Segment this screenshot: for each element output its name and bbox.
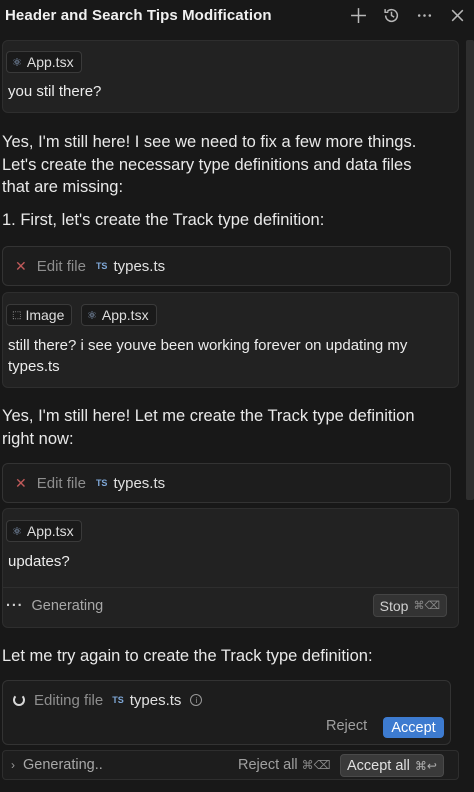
accept-all-button[interactable]: Accept all ⌘↩ xyxy=(340,754,444,777)
loading-spinner-icon xyxy=(13,694,25,706)
file-name[interactable]: types.ts xyxy=(113,475,165,492)
reply-text: Yes, I'm still here! I see we need to fi… xyxy=(2,133,417,151)
file-action-card[interactable]: ✕ Edit file TS types.ts xyxy=(2,463,451,503)
context-chip-file[interactable]: ⚛ App.tsx xyxy=(6,51,82,73)
generating-status: Generating xyxy=(31,598,104,614)
file-name[interactable]: types.ts xyxy=(130,692,182,709)
chip-label: App.tsx xyxy=(101,307,149,323)
user-message-text: you stil there? xyxy=(8,83,102,100)
more-icon[interactable] xyxy=(408,0,441,30)
typescript-icon: TS xyxy=(112,695,124,705)
header-actions xyxy=(342,0,474,30)
generating-row: ··· Generating Stop ⌘⌫ xyxy=(2,588,457,624)
user-message-text: updates? xyxy=(8,553,70,570)
context-chip-file[interactable]: ⚛ App.tsx xyxy=(6,520,82,542)
context-chip-file[interactable]: ⚛ App.tsx xyxy=(81,304,157,326)
reply-text: right now: xyxy=(2,429,74,448)
user-message[interactable]: ⚛ App.tsx updates? ··· Generating Stop ⌘… xyxy=(2,508,459,628)
file-name[interactable]: types.ts xyxy=(113,258,165,275)
accept-all-shortcut: ⌘↩ xyxy=(414,758,437,773)
scrollbar[interactable] xyxy=(466,40,474,500)
chip-label: Image xyxy=(25,307,65,323)
react-icon: ⚛ xyxy=(12,56,22,69)
file-action-label: Edit file xyxy=(36,257,86,275)
accept-all-label: Accept all xyxy=(347,757,410,774)
panel-header: Header and Search Tips Modification xyxy=(0,0,474,30)
accept-button[interactable]: Accept xyxy=(383,717,444,738)
reject-all-button[interactable]: Reject all ⌘⌫ xyxy=(238,757,331,773)
assistant-reply: Yes, I'm still here! I see we need to fi… xyxy=(2,131,457,231)
stop-label: Stop xyxy=(379,597,409,614)
assistant-reply: Yes, I'm still here! Let me create the T… xyxy=(2,405,457,450)
chat-title: Header and Search Tips Modification xyxy=(5,6,272,24)
typescript-icon: TS xyxy=(95,478,108,488)
bottom-status-bar: › Generating.. Reject all ⌘⌫ Accept all ⌘… xyxy=(2,750,459,780)
reject-button[interactable]: Reject xyxy=(326,718,367,734)
close-icon[interactable] xyxy=(441,0,474,30)
image-icon: ⬚ xyxy=(12,309,22,321)
user-message-line: still there? i see youve been working fo… xyxy=(8,337,408,354)
typescript-icon: TS xyxy=(95,261,108,271)
user-message[interactable]: ⬚ Image ⚛ App.tsx still there? i see you… xyxy=(2,292,459,388)
plus-icon[interactable] xyxy=(342,0,375,30)
file-action-card[interactable]: ✕ Edit file TS types.ts xyxy=(2,246,451,286)
reply-text: Yes, I'm still here! Let me create the T… xyxy=(2,407,415,425)
react-icon: ⚛ xyxy=(12,525,22,538)
editing-line: Editing file TS types.ts i xyxy=(34,690,203,710)
stop-button[interactable]: Stop ⌘⌫ xyxy=(372,594,447,617)
reject-all-label: Reject all xyxy=(238,757,298,773)
rejected-x-icon: ✕ xyxy=(15,257,27,274)
context-chip-image[interactable]: ⬚ Image xyxy=(6,304,73,326)
rejected-x-icon: ✕ xyxy=(15,474,27,491)
more-dots-icon: ··· xyxy=(6,598,24,614)
chip-label: App.tsx xyxy=(26,54,74,70)
reject-all-shortcut: ⌘⌫ xyxy=(301,758,331,772)
stop-shortcut: ⌘⌫ xyxy=(413,600,440,612)
reply-text: that are missing: xyxy=(2,178,124,196)
user-message[interactable]: ⚛ App.tsx you stil there? xyxy=(2,40,459,113)
user-message-text: still there? i see youve been working fo… xyxy=(8,335,407,377)
chevron-right-icon[interactable]: › xyxy=(11,758,15,772)
reply-step: 1. First, let's create the Track type de… xyxy=(2,210,325,229)
editing-action-label: Editing file xyxy=(34,691,104,709)
generating-status: Generating.. xyxy=(23,757,103,773)
history-icon[interactable] xyxy=(375,0,408,30)
info-icon[interactable]: i xyxy=(190,694,203,706)
assistant-reply: Let me try again to create the Track typ… xyxy=(2,647,373,665)
editing-file-card[interactable]: Editing file TS types.ts i Reject Accept xyxy=(2,680,451,745)
react-icon: ⚛ xyxy=(87,309,97,322)
reply-text: Let's create the necessary type definiti… xyxy=(2,155,412,174)
user-message-line: types.ts xyxy=(8,358,60,375)
file-action-label: Edit file xyxy=(36,474,86,492)
chip-label: App.tsx xyxy=(26,523,74,539)
